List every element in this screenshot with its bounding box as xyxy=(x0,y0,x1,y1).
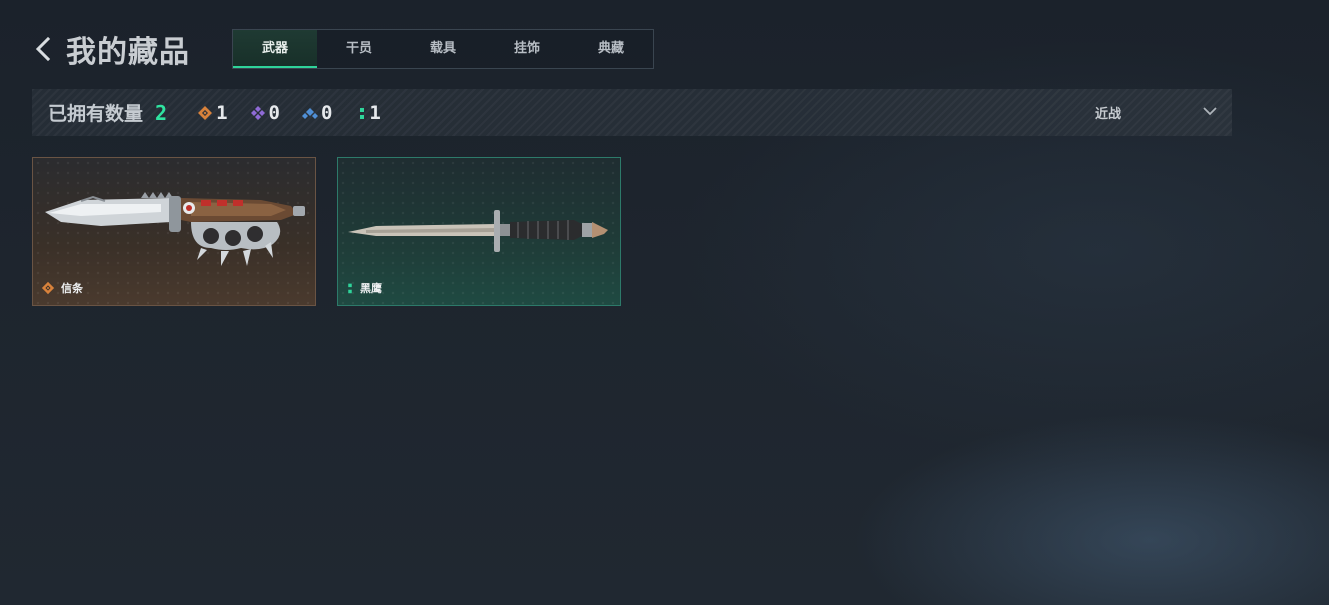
purple-diamond-icon xyxy=(250,105,266,121)
rarity-purple-count: 0 xyxy=(250,102,280,124)
item-name: 信条 xyxy=(61,282,83,295)
tab-operators[interactable]: 干员 xyxy=(317,30,401,68)
tab-charms[interactable]: 挂饰 xyxy=(485,30,569,68)
summary-bar: 已拥有数量 2 1 0 0 1 近战 xyxy=(32,89,1232,136)
chevron-left-icon xyxy=(35,36,51,62)
rarity-blue-count: 0 xyxy=(301,101,333,124)
item-name: 黑鹰 xyxy=(360,282,382,295)
back-button[interactable] xyxy=(34,29,60,69)
page-header: 我的藏品 xyxy=(34,28,190,70)
gold-diamond-icon xyxy=(197,105,213,121)
owned-label: 已拥有数量 xyxy=(48,103,144,125)
type-filter-dropdown[interactable]: 近战 xyxy=(1095,89,1232,136)
owned-count: 2 xyxy=(155,100,168,125)
type-filter-value: 近战 xyxy=(1095,107,1122,122)
chevron-down-icon xyxy=(1203,107,1217,116)
rarity-gold-count: 1 xyxy=(197,101,228,124)
item-name-row: 信条 xyxy=(41,280,83,296)
green-count: 1 xyxy=(369,101,381,124)
knuckle-knife-image xyxy=(45,192,305,266)
green-dots-icon xyxy=(358,105,366,121)
category-tabs: 武器 干员 载具 挂饰 典藏 xyxy=(232,29,654,69)
green-dots-icon xyxy=(348,283,352,294)
item-card-xintiao[interactable]: 信条 xyxy=(32,157,316,306)
item-card-heiying[interactable]: 黑鹰 xyxy=(337,157,621,306)
purple-count: 0 xyxy=(268,101,280,124)
rarity-green-count: 1 xyxy=(358,101,381,124)
dagger-image xyxy=(348,210,608,252)
blue-count: 0 xyxy=(320,101,333,124)
tab-collection[interactable]: 典藏 xyxy=(569,30,653,68)
blue-chevron-icon xyxy=(301,105,318,121)
gold-diamond-icon xyxy=(41,281,55,295)
gold-count: 1 xyxy=(216,101,228,124)
page-title: 我的藏品 xyxy=(66,35,190,70)
item-name-row: 黑鹰 xyxy=(346,280,382,296)
tab-weapons[interactable]: 武器 xyxy=(233,30,317,68)
tab-vehicles[interactable]: 载具 xyxy=(401,30,485,68)
